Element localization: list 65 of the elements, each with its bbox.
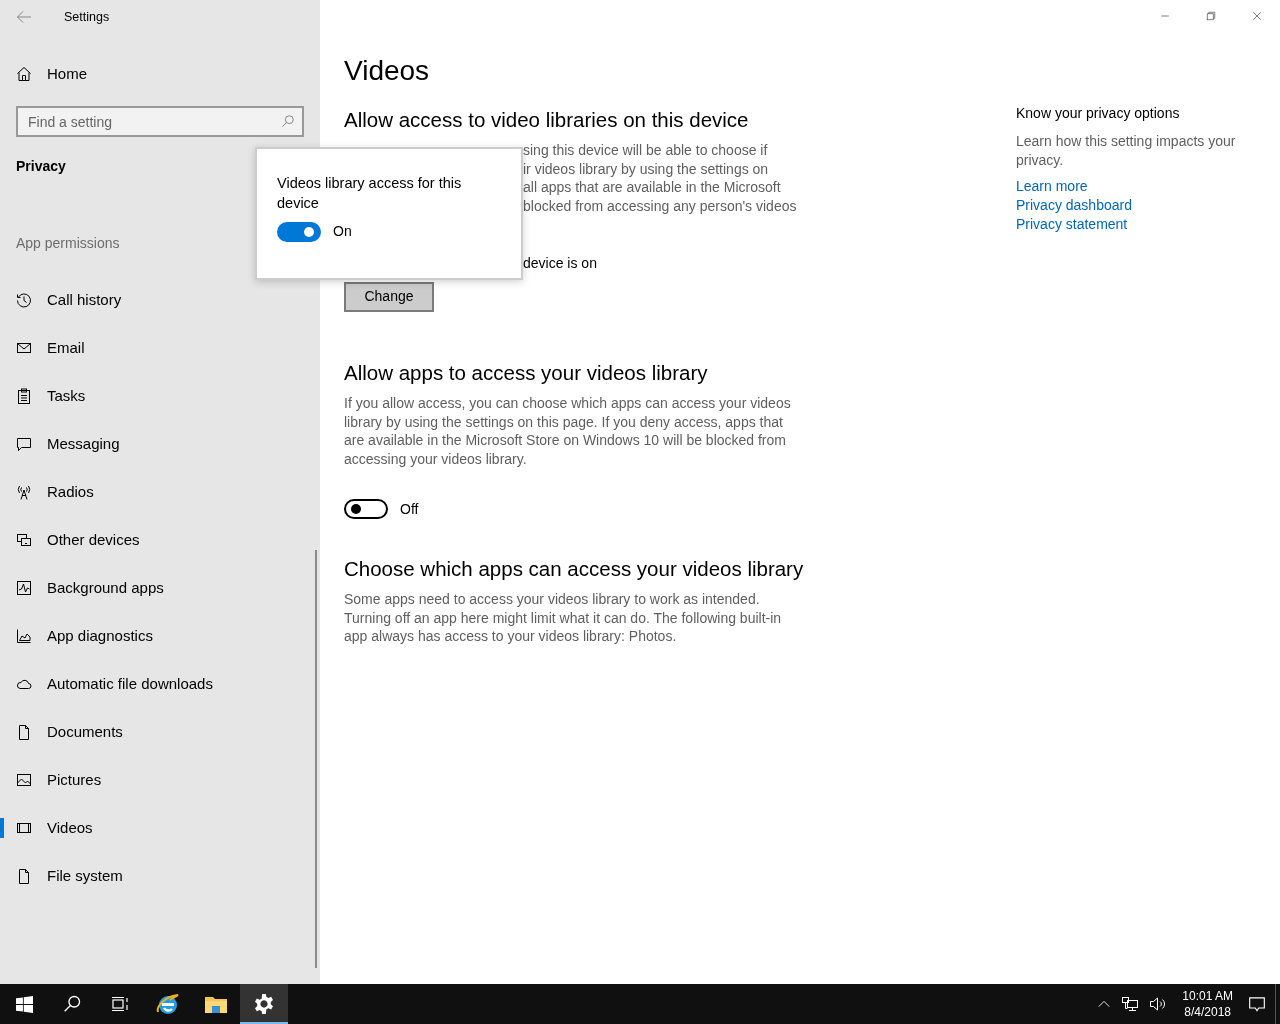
- section-heading: Allow apps to access your videos library: [344, 359, 709, 386]
- popup-title: Videos library access for this device: [277, 174, 463, 213]
- home-icon: [16, 66, 32, 82]
- devices-icon: [16, 532, 32, 548]
- section-title: Privacy: [15, 157, 67, 176]
- sidebar-item[interactable]: File system: [0, 852, 320, 900]
- change-button[interactable]: Change: [344, 281, 434, 312]
- sidebar-item[interactable]: Automatic file downloads: [0, 660, 320, 708]
- area-chart-icon: [16, 628, 32, 644]
- close-icon: [1251, 10, 1263, 22]
- sidebar-item[interactable]: Videos: [0, 804, 320, 852]
- activity-chart-icon: [16, 580, 32, 596]
- picture-icon: [16, 772, 32, 788]
- section-heading: Allow access to video libraries on this device: [344, 106, 750, 133]
- home-link[interactable]: Home: [0, 50, 320, 98]
- section-heading: Choose which apps can access your videos library: [344, 555, 804, 582]
- toggle-switch[interactable]: [344, 499, 388, 520]
- search-icon: [281, 114, 295, 128]
- search-icon: [63, 995, 81, 1013]
- aside-heading: Know your privacy options: [1016, 104, 1181, 123]
- windows-logo-icon: [15, 995, 33, 1013]
- taskbar-app-button[interactable]: [240, 984, 288, 1024]
- antenna-icon: [16, 484, 32, 500]
- sidebar-item[interactable]: Tasks: [0, 372, 320, 420]
- description-text: blocked from accessing any person's videos: [523, 198, 797, 214]
- restore-icon: [1205, 10, 1217, 22]
- film-icon: [16, 820, 32, 836]
- speech-bubble-icon: [16, 436, 32, 452]
- sidebar-item[interactable]: Call history: [0, 276, 320, 324]
- sidebar-item[interactable]: Radios: [0, 468, 320, 516]
- description-text: ir videos library by using the settings on: [523, 160, 769, 177]
- link[interactable]: Privacy dashboard: [1016, 196, 1256, 216]
- description-text: sing this device will be able to choose if: [523, 142, 768, 159]
- sidebar-item[interactable]: Background apps: [0, 564, 320, 612]
- document-icon: [16, 868, 32, 884]
- search-field[interactable]: Find a setting: [16, 106, 304, 137]
- description-text: Some apps need to access your videos library to work as intended. Turning off an app here might limit what it can do. The following built-in app always has access to your videos library: Photos.: [344, 590, 783, 647]
- group-label: App permissions: [16, 235, 120, 251]
- clock[interactable]: 10:01 AM 8/4/2018: [1172, 988, 1243, 1020]
- task-view-icon: [111, 996, 129, 1012]
- envelope-icon: [16, 340, 32, 356]
- link[interactable]: Privacy statement: [1016, 215, 1256, 235]
- sidebar-item[interactable]: Other devices: [0, 516, 320, 564]
- clock-history-icon: [16, 292, 32, 308]
- gear-icon: [253, 993, 275, 1015]
- sidebar-item[interactable]: Documents: [0, 708, 320, 756]
- toggle-label: On: [333, 222, 352, 241]
- description-text: all apps that are available in the Microsoft: [523, 179, 781, 196]
- page-title: Videos: [344, 54, 431, 88]
- status-text: device is on: [523, 254, 597, 271]
- toggle-switch[interactable]: [277, 221, 321, 242]
- aside-text: Learn how this setting impacts your privacy.: [1016, 132, 1237, 170]
- clipboard-icon: [16, 388, 32, 404]
- toggle-label: Off: [400, 499, 419, 519]
- back-arrow-icon: [16, 9, 32, 25]
- sidebar-item[interactable]: Pictures: [0, 756, 320, 804]
- link[interactable]: Learn more: [1016, 177, 1256, 197]
- description-text: If you allow access, you can choose which apps can access your videos library by using the settings on this page. If you deny access, apps that are available in the Microsoft Store on Windows 10 will be blocked from accessing your videos library.: [344, 394, 792, 469]
- window-title: Settings: [64, 8, 110, 26]
- browser-e-icon: [156, 992, 180, 1016]
- document-icon: [16, 724, 32, 740]
- sidebar-item[interactable]: Messaging: [0, 420, 320, 468]
- sidebar-item[interactable]: App diagnostics: [0, 612, 320, 660]
- folder-icon: [204, 994, 228, 1014]
- sidebar-item[interactable]: Email: [0, 324, 320, 372]
